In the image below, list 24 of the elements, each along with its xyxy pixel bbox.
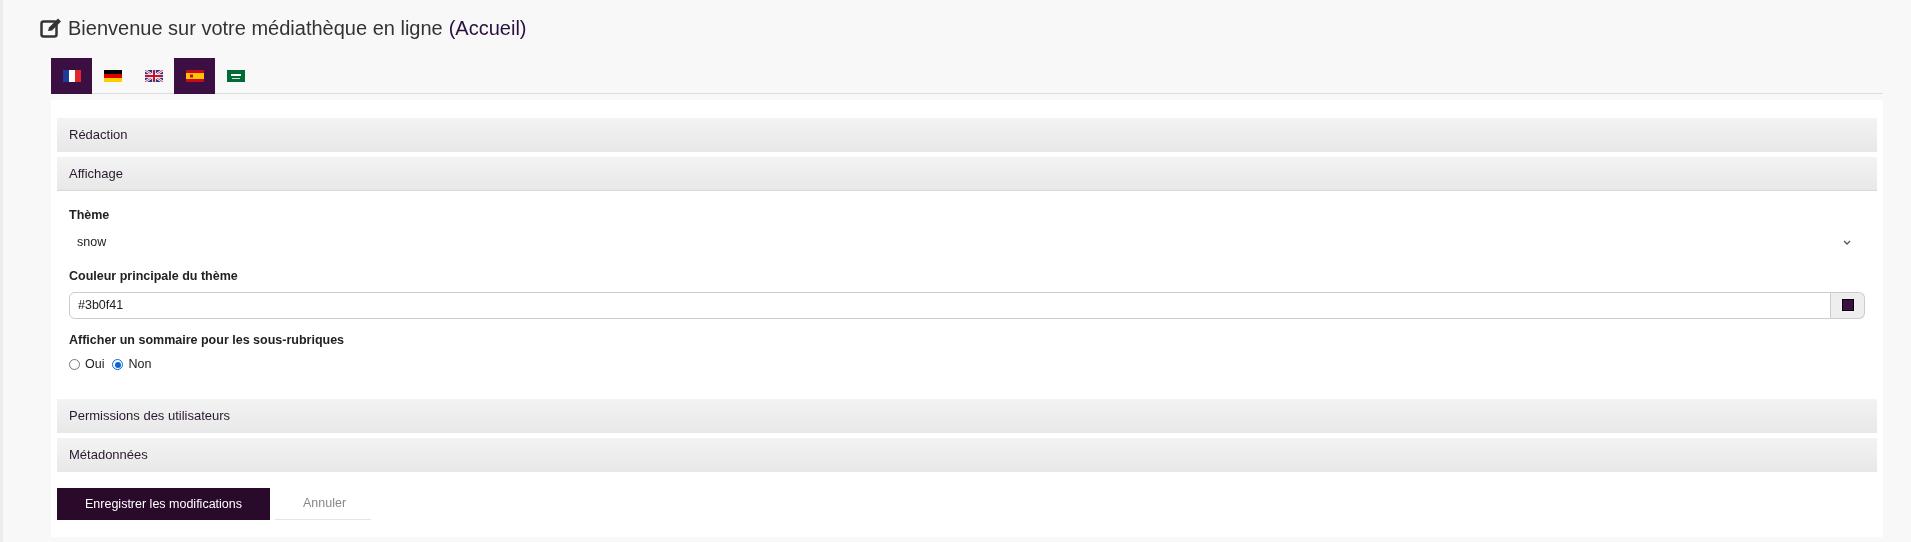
language-tab[interactable] <box>51 58 92 94</box>
accordion-header[interactable]: Affichage <box>57 157 1877 191</box>
field-label: Afficher un sommaire pour les sous-rubriques <box>69 331 346 349</box>
flag-icon <box>226 70 245 82</box>
accordion-header[interactable]: Permissions des utilisateurs <box>57 399 1877 433</box>
flag-icon <box>103 70 122 82</box>
flag-icon <box>144 70 163 82</box>
edit-icon <box>40 18 62 38</box>
radio-label: Oui <box>85 356 105 374</box>
save-button[interactable]: Enregistrer les modifications <box>57 488 270 520</box>
select-field[interactable]: snow <box>69 230 1865 255</box>
language-tab[interactable] <box>174 58 215 94</box>
radio-label: Non <box>128 356 152 374</box>
field-label: Thème <box>69 207 111 224</box>
page-subtitle: (Accueil) <box>448 16 527 41</box>
field-label: Couleur principale du thème <box>69 267 239 285</box>
accordion-header[interactable]: Rédaction <box>57 118 1877 152</box>
page-title: Bienvenue sur votre médiathèque en ligne <box>68 16 443 41</box>
chevron-down-icon <box>1843 240 1851 246</box>
flag-icon <box>185 70 204 82</box>
accordion-header[interactable]: Métadonnées <box>57 438 1877 472</box>
color-input-field[interactable]: #3b0f41 <box>69 291 1831 319</box>
flag-icon <box>62 70 81 82</box>
color-picker-button[interactable] <box>1831 291 1865 319</box>
